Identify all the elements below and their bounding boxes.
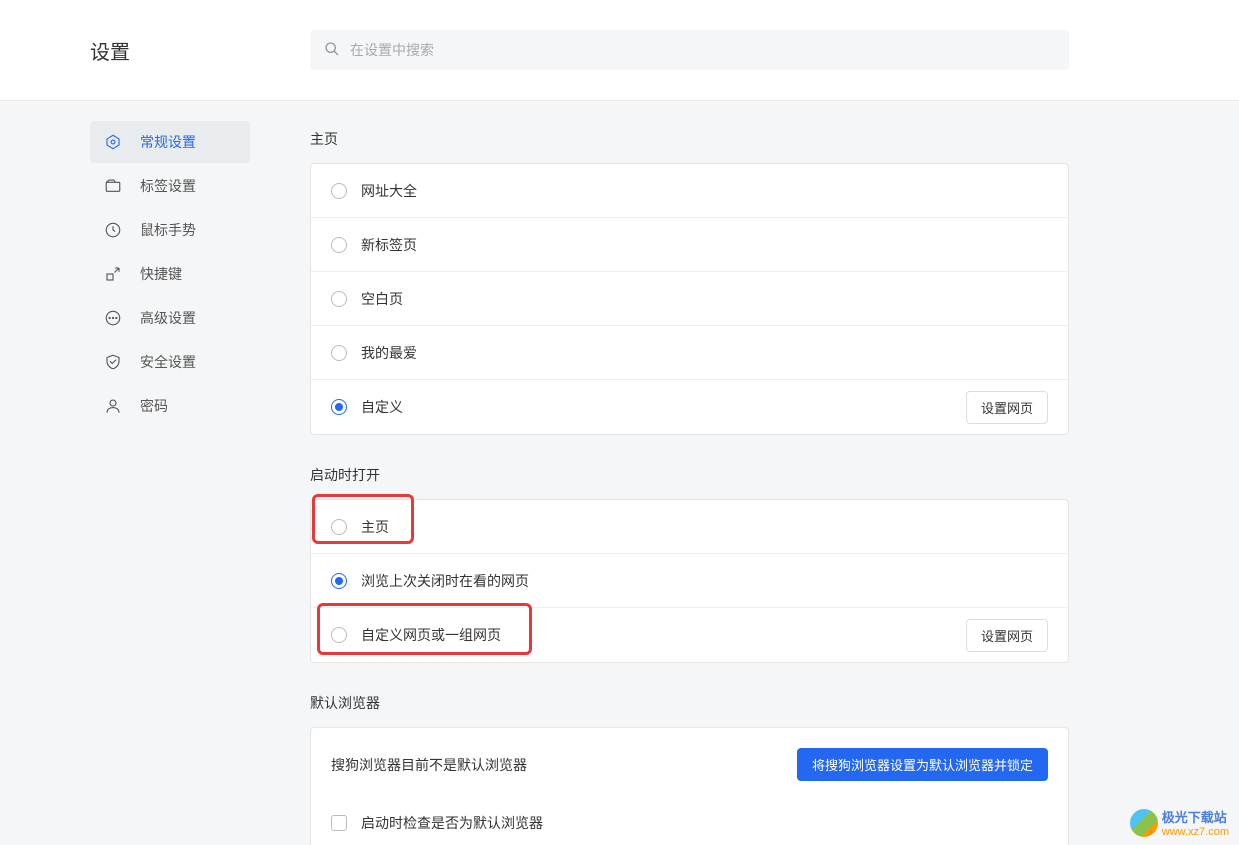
set-page-button[interactable]: 设置网页 [966,619,1048,652]
radio-label: 我的最爱 [361,343,1048,363]
startup-card: 主页 浏览上次关闭时在看的网页 自定义网页或一组网页 设置网页 [310,499,1069,663]
search-input[interactable] [350,42,1055,58]
default-browser-card: 搜狗浏览器目前不是默认浏览器 将搜狗浏览器设置为默认浏览器并锁定 启动时检查是否… [310,727,1069,845]
radio-label: 网址大全 [361,181,1048,201]
sidebar-item-label: 常规设置 [140,132,196,152]
radio-row-url-nav[interactable]: 网址大全 [311,164,1068,218]
radio-label: 自定义 [361,397,966,417]
radio-label: 空白页 [361,289,1048,309]
sidebar-item-password[interactable]: 密码 [90,385,250,427]
checkbox-icon [331,815,347,831]
expand-icon [104,265,122,283]
dots-icon [104,309,122,327]
sidebar: 常规设置 标签设置 鼠标手势 快捷键 高级设置 [0,101,280,845]
section-title-default-browser: 默认浏览器 [310,693,1069,713]
section-title-homepage: 主页 [310,129,1069,149]
sidebar-item-general[interactable]: 常规设置 [90,121,250,163]
sidebar-item-tabs[interactable]: 标签设置 [90,165,250,207]
sidebar-item-advanced[interactable]: 高级设置 [90,297,250,339]
content: 主页 网址大全 新标签页 空白页 我的最爱 自定义 设置网页 [280,101,1239,845]
checkbox-label: 启动时检查是否为默认浏览器 [361,813,543,833]
radio-icon [331,399,347,415]
layout: 常规设置 标签设置 鼠标手势 快捷键 高级设置 [0,101,1239,845]
radio-label: 新标签页 [361,235,1048,255]
radio-row-newtab[interactable]: 新标签页 [311,218,1068,272]
header: 设置 [0,0,1239,101]
radio-row-startup-custom[interactable]: 自定义网页或一组网页 设置网页 [311,608,1068,662]
radio-row-custom[interactable]: 自定义 设置网页 [311,380,1068,434]
radio-icon [331,573,347,589]
person-icon [104,397,122,415]
radio-row-startup-last[interactable]: 浏览上次关闭时在看的网页 [311,554,1068,608]
check-default-on-startup-row[interactable]: 启动时检查是否为默认浏览器 [311,797,1068,845]
watermark-name: 极光下载站 [1162,807,1229,826]
page-title: 设置 [90,36,310,65]
radio-icon [331,183,347,199]
radio-icon [331,519,347,535]
sidebar-item-shortcut[interactable]: 快捷键 [90,253,250,295]
default-browser-status-row: 搜狗浏览器目前不是默认浏览器 将搜狗浏览器设置为默认浏览器并锁定 [311,728,1068,797]
watermark-logo-icon [1130,809,1158,837]
shield-icon [104,353,122,371]
radio-icon [331,345,347,361]
radio-label: 自定义网页或一组网页 [361,625,966,645]
sidebar-item-label: 快捷键 [140,264,182,284]
radio-icon [331,237,347,253]
tab-icon [104,177,122,195]
radio-row-startup-home[interactable]: 主页 [311,500,1068,554]
sidebar-item-gesture[interactable]: 鼠标手势 [90,209,250,251]
radio-row-blank[interactable]: 空白页 [311,272,1068,326]
search-icon [324,41,340,60]
homepage-card: 网址大全 新标签页 空白页 我的最爱 自定义 设置网页 [310,163,1069,435]
radio-label: 浏览上次关闭时在看的网页 [361,571,1048,591]
hexagon-icon [104,133,122,151]
watermark-url: www.xz7.com [1162,826,1229,838]
sidebar-item-label: 密码 [140,396,168,416]
watermark: 极光下载站 www.xz7.com [1130,807,1229,838]
sidebar-item-label: 高级设置 [140,308,196,328]
set-page-button[interactable]: 设置网页 [966,391,1048,424]
clock-icon [104,221,122,239]
default-browser-status: 搜狗浏览器目前不是默认浏览器 [331,755,527,775]
sidebar-item-security[interactable]: 安全设置 [90,341,250,383]
radio-icon [331,627,347,643]
sidebar-item-label: 鼠标手势 [140,220,196,240]
radio-row-favorite[interactable]: 我的最爱 [311,326,1068,380]
section-title-startup: 启动时打开 [310,465,1069,485]
search-box[interactable] [310,30,1069,70]
set-default-browser-button[interactable]: 将搜狗浏览器设置为默认浏览器并锁定 [797,748,1048,781]
sidebar-item-label: 安全设置 [140,352,196,372]
radio-label: 主页 [361,517,1048,537]
radio-icon [331,291,347,307]
sidebar-item-label: 标签设置 [140,176,196,196]
